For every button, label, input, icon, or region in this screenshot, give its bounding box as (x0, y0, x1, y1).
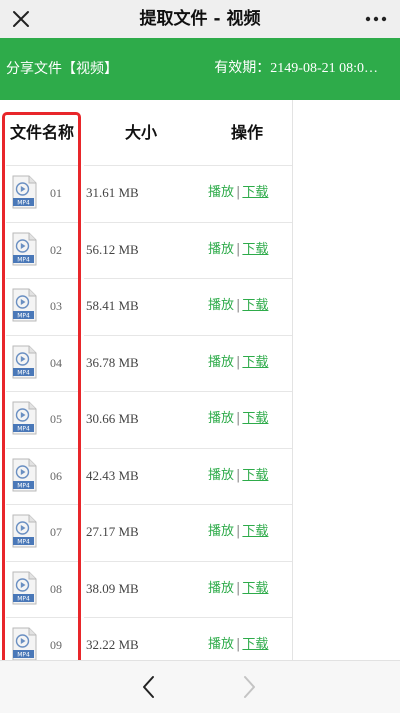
mp4-file-icon: MP4 (12, 288, 37, 322)
bottom-nav (0, 660, 400, 713)
file-size: 36.78 MB (86, 354, 139, 370)
play-link[interactable]: 播放 (208, 524, 234, 539)
mp4-badge: MP4 (17, 539, 30, 546)
row-divider (6, 391, 78, 392)
mp4-badge: MP4 (17, 200, 30, 207)
mp4-file-icon: MP4 (12, 514, 37, 548)
share-banner: 分享文件【视频】 有效期：2149-08-21 08:0… (0, 38, 400, 100)
play-link[interactable]: 播放 (208, 468, 234, 483)
header-ops: 操作 (230, 123, 263, 142)
table-row: MP4 02 56.12 MB 播放 | 下载 (0, 221, 400, 278)
file-actions: 播放 | 下载 (208, 617, 268, 660)
mp4-file-icon: MP4 (12, 627, 37, 660)
file-size: 30.66 MB (86, 411, 139, 426)
header-name: 文件名称 (9, 123, 74, 142)
file-name: 04 (50, 355, 62, 370)
download-link[interactable]: 下载 (242, 185, 268, 200)
row-divider (6, 165, 78, 166)
file-actions: 播放 | 下载 (208, 165, 268, 221)
row-divider (6, 221, 78, 223)
file-size: 32.22 MB (86, 637, 139, 652)
row-divider (6, 278, 78, 279)
file-table: 文件名称 大小 操作 MP4 01 31.61 MB 播放 | 下载 MP4 02 56.12 … (0, 100, 400, 660)
mp4-file-icon: MP4 (12, 345, 37, 378)
table-row: MP4 09 32.22 MB 播放 | 下载 (0, 617, 400, 660)
download-link[interactable]: 下载 (242, 581, 268, 596)
file-actions: 播放 | 下载 (208, 222, 268, 278)
more-icon[interactable] (364, 8, 388, 30)
play-link[interactable]: 播放 (208, 637, 234, 652)
mp4-badge: MP4 (17, 595, 30, 602)
file-actions: 播放 | 下载 (208, 561, 268, 617)
file-actions: 播放 | 下载 (208, 448, 268, 504)
row-divider (6, 334, 78, 336)
file-name: 03 (50, 299, 62, 313)
file-name: 07 (50, 525, 62, 539)
table-row: MP4 08 38.09 MB 播放 | 下载 (0, 560, 400, 617)
file-name: 06 (50, 468, 62, 483)
file-name: 09 (50, 638, 62, 652)
download-link[interactable]: 下载 (242, 411, 268, 426)
header-size: 大小 (124, 123, 157, 142)
file-size: 56.12 MB (86, 241, 139, 257)
page-title: 提取文件 - 视频 (139, 9, 261, 29)
file-size: 27.17 MB (86, 524, 139, 539)
title-bar: 提取文件 - 视频 (0, 0, 400, 38)
mp4-badge: MP4 (17, 313, 30, 320)
table-header: 文件名称 大小 操作 (0, 100, 400, 165)
row-divider (6, 504, 78, 505)
mp4-badge: MP4 (17, 256, 30, 263)
row-divider (6, 560, 78, 562)
play-link[interactable]: 播放 (208, 242, 234, 257)
download-link[interactable]: 下载 (242, 242, 268, 257)
file-name: 08 (50, 581, 62, 596)
mp4-file-icon: MP4 (12, 571, 37, 604)
download-link[interactable]: 下载 (242, 298, 268, 313)
share-label: 分享文件【视频】 (6, 61, 118, 77)
file-size: 31.61 MB (86, 185, 139, 200)
play-link[interactable]: 播放 (208, 581, 234, 596)
mp4-file-icon: MP4 (12, 458, 37, 491)
file-name: 05 (50, 412, 62, 426)
table-row: MP4 01 31.61 MB 播放 | 下载 (0, 165, 400, 221)
play-link[interactable]: 播放 (208, 355, 234, 370)
mp4-file-icon: MP4 (12, 232, 37, 265)
mp4-badge: MP4 (17, 482, 30, 489)
download-link[interactable]: 下载 (242, 524, 268, 539)
download-link[interactable]: 下载 (242, 355, 268, 370)
chevron-left-icon[interactable] (137, 673, 161, 701)
table-row: MP4 07 27.17 MB 播放 | 下载 (0, 504, 400, 560)
mp4-badge: MP4 (17, 426, 30, 433)
download-link[interactable]: 下载 (242, 468, 268, 483)
table-row: MP4 05 30.66 MB 播放 | 下载 (0, 391, 400, 447)
play-link[interactable]: 播放 (208, 185, 234, 200)
table-row: MP4 03 58.41 MB 播放 | 下载 (0, 278, 400, 334)
mp4-badge: MP4 (17, 369, 30, 376)
file-name: 01 (50, 186, 62, 200)
file-actions: 播放 | 下载 (208, 504, 268, 560)
mp4-badge: MP4 (17, 652, 30, 659)
chevron-right-icon[interactable] (237, 673, 261, 701)
table-row: MP4 04 36.78 MB 播放 | 下载 (0, 334, 400, 391)
file-size: 38.09 MB (86, 580, 139, 596)
table-row: MP4 06 42.43 MB 播放 | 下载 (0, 447, 400, 504)
play-link[interactable]: 播放 (208, 298, 234, 313)
file-actions: 播放 | 下载 (208, 278, 268, 334)
mp4-file-icon: MP4 (12, 401, 37, 435)
file-size: 58.41 MB (86, 298, 139, 313)
file-name: 02 (50, 242, 62, 257)
row-divider (6, 617, 78, 618)
play-link[interactable]: 播放 (208, 411, 234, 426)
mp4-file-icon: MP4 (12, 175, 37, 209)
file-size: 42.43 MB (86, 467, 139, 483)
file-actions: 播放 | 下载 (208, 335, 268, 391)
download-link[interactable]: 下载 (242, 637, 268, 652)
expiry-label: 有效期：2149-08-21 08:0… (214, 61, 378, 76)
file-actions: 播放 | 下载 (208, 391, 268, 447)
row-divider (6, 447, 78, 449)
